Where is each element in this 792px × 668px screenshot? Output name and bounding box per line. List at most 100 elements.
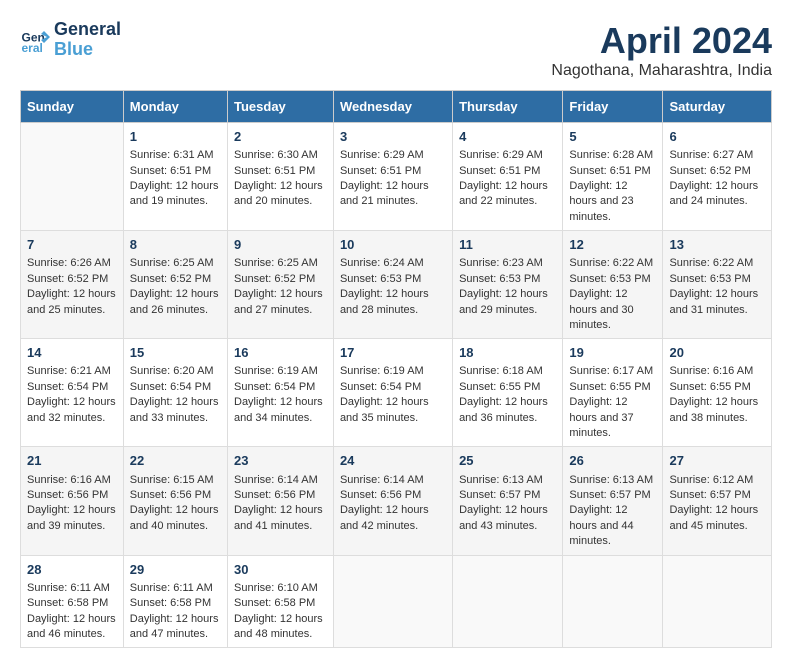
sunset-text: Sunset: 6:55 PM [569,381,650,393]
calendar-cell: 7Sunrise: 6:26 AMSunset: 6:52 PMDaylight… [21,231,124,339]
day-number: 10 [340,236,446,254]
calendar-cell: 17Sunrise: 6:19 AMSunset: 6:54 PMDayligh… [333,339,452,447]
day-number: 27 [669,452,765,470]
calendar-cell: 27Sunrise: 6:12 AMSunset: 6:57 PMDayligh… [663,447,772,555]
calendar-cell: 24Sunrise: 6:14 AMSunset: 6:56 PMDayligh… [333,447,452,555]
daylight-text: Daylight: 12 hours and 26 minutes. [130,288,219,315]
daylight-text: Daylight: 12 hours and 39 minutes. [27,504,116,531]
calendar-cell: 13Sunrise: 6:22 AMSunset: 6:53 PMDayligh… [663,231,772,339]
calendar-cell [453,555,563,648]
sunrise-text: Sunrise: 6:14 AM [340,474,424,486]
sunrise-text: Sunrise: 6:10 AM [234,582,318,594]
calendar-cell: 15Sunrise: 6:20 AMSunset: 6:54 PMDayligh… [123,339,227,447]
sunset-text: Sunset: 6:51 PM [569,165,650,177]
sunset-text: Sunset: 6:54 PM [130,381,211,393]
sunrise-text: Sunrise: 6:16 AM [669,365,753,377]
day-number: 4 [459,128,556,146]
main-title: April 2024 [551,20,772,62]
week-row-2: 14 Sunrise: 6:21 AM Sunset: 6:54 PM Dayligh… [21,339,772,447]
sunset-text: Sunset: 6:53 PM [669,273,750,285]
sunset-text: Sunset: 6:58 PM [234,597,315,609]
day-number: 11 [459,236,556,254]
sunset-text: Sunset: 6:57 PM [459,489,540,501]
logo-text: General Blue [54,20,121,60]
sunset-text: Sunset: 6:56 PM [340,489,421,501]
day-number: 6 [669,128,765,146]
daylight-text: Daylight: 12 hours and 35 minutes. [340,396,429,423]
day-number: 7 [27,236,117,254]
day-number: 5 [569,128,656,146]
sunset-text: Sunset: 6:55 PM [459,381,540,393]
daylight-text: Daylight: 12 hours and 33 minutes. [130,396,219,423]
sunrise-text: Sunrise: 6:20 AM [130,365,214,377]
daylight-text: Daylight: 12 hours and 20 minutes. [234,180,323,207]
sunrise-text: Sunrise: 6:16 AM [27,474,111,486]
day-number: 23 [234,452,327,470]
sunrise-text: Sunrise: 6:22 AM [669,257,753,269]
header-monday: Monday [123,91,227,123]
sunset-text: Sunset: 6:58 PM [27,597,108,609]
sunrise-text: Sunrise: 6:18 AM [459,365,543,377]
day-number: 21 [27,452,117,470]
day-number: 13 [669,236,765,254]
sunrise-text: Sunrise: 6:25 AM [234,257,318,269]
sunset-text: Sunset: 6:51 PM [130,165,211,177]
calendar-cell: 10Sunrise: 6:24 AMSunset: 6:53 PMDayligh… [333,231,452,339]
calendar-cell: 8Sunrise: 6:25 AMSunset: 6:52 PMDaylight… [123,231,227,339]
sunset-text: Sunset: 6:56 PM [27,489,108,501]
header-tuesday: Tuesday [228,91,334,123]
calendar-cell: 1Sunrise: 6:31 AMSunset: 6:51 PMDaylight… [123,123,227,231]
sunset-text: Sunset: 6:52 PM [130,273,211,285]
day-number: 14 [27,344,117,362]
day-number: 3 [340,128,446,146]
calendar-cell: 28Sunrise: 6:11 AMSunset: 6:58 PMDayligh… [21,555,124,648]
sunset-text: Sunset: 6:56 PM [234,489,315,501]
sunrise-text: Sunrise: 6:21 AM [27,365,111,377]
svg-text:eral: eral [22,41,43,55]
sunset-text: Sunset: 6:52 PM [669,165,750,177]
calendar-cell: 26Sunrise: 6:13 AMSunset: 6:57 PMDayligh… [563,447,663,555]
sunrise-text: Sunrise: 6:28 AM [569,149,653,161]
sunset-text: Sunset: 6:51 PM [234,165,315,177]
sunrise-text: Sunrise: 6:29 AM [459,149,543,161]
logo-icon: Gen eral [20,25,50,55]
header-row: SundayMondayTuesdayWednesdayThursdayFrid… [21,91,772,123]
sunset-text: Sunset: 6:55 PM [669,381,750,393]
sunset-text: Sunset: 6:51 PM [459,165,540,177]
calendar-cell: 11Sunrise: 6:23 AMSunset: 6:53 PMDayligh… [453,231,563,339]
sunrise-text: Sunrise: 6:15 AM [130,474,214,486]
calendar-cell [333,555,452,648]
daylight-text: Daylight: 12 hours and 21 minutes. [340,180,429,207]
daylight-text: Daylight: 12 hours and 41 minutes. [234,504,323,531]
daylight-text: Daylight: 12 hours and 28 minutes. [340,288,429,315]
subtitle: Nagothana, Maharashtra, India [551,62,772,80]
day-number: 29 [130,561,221,579]
logo: Gen eral General Blue [20,20,121,60]
daylight-text: Daylight: 12 hours and 27 minutes. [234,288,323,315]
calendar-cell: 4Sunrise: 6:29 AMSunset: 6:51 PMDaylight… [453,123,563,231]
daylight-text: Daylight: 12 hours and 25 minutes. [27,288,116,315]
sunrise-text: Sunrise: 6:19 AM [340,365,424,377]
day-number: 18 [459,344,556,362]
sunset-text: Sunset: 6:53 PM [569,273,650,285]
sunset-text: Sunset: 6:52 PM [27,273,108,285]
sunrise-text: Sunrise: 6:19 AM [234,365,318,377]
daylight-text: Daylight: 12 hours and 48 minutes. [234,613,323,640]
sunrise-text: Sunrise: 6:13 AM [569,474,653,486]
calendar-cell [663,555,772,648]
sunrise-text: Sunrise: 6:25 AM [130,257,214,269]
sunset-text: Sunset: 6:54 PM [340,381,421,393]
daylight-text: Daylight: 12 hours and 24 minutes. [669,180,758,207]
sunset-text: Sunset: 6:51 PM [340,165,421,177]
week-row-0: 1Sunrise: 6:31 AMSunset: 6:51 PMDaylight… [21,123,772,231]
header-saturday: Saturday [663,91,772,123]
day-number: 20 [669,344,765,362]
calendar-cell: 25Sunrise: 6:13 AMSunset: 6:57 PMDayligh… [453,447,563,555]
week-row-3: 21 Sunrise: 6:16 AM Sunset: 6:56 PM Dayligh… [21,447,772,555]
sunrise-text: Sunrise: 6:31 AM [130,149,214,161]
title-block: April 2024 Nagothana, Maharashtra, India [551,20,772,80]
day-number: 12 [569,236,656,254]
sunset-text: Sunset: 6:54 PM [234,381,315,393]
daylight-text: Daylight: 12 hours and 42 minutes. [340,504,429,531]
day-number: 22 [130,452,221,470]
